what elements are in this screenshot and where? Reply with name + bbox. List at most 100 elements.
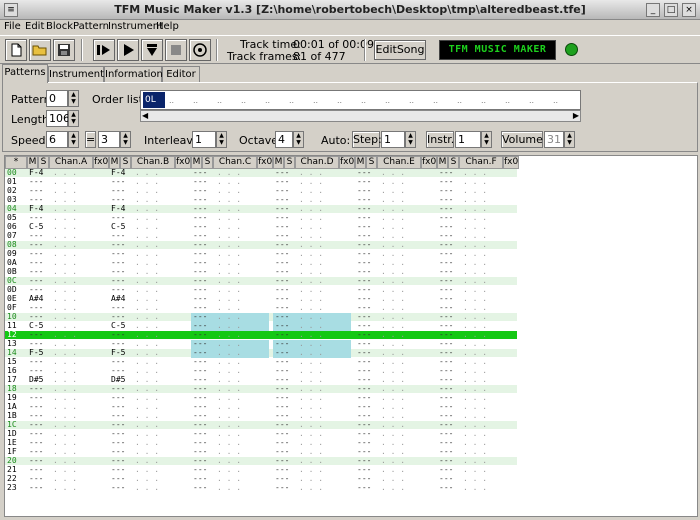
pattern-row[interactable]: 17 D#5. . . D#5. . . ---. . . ---. . . ---. .…	[5, 376, 517, 384]
note-cell[interactable]: ---	[439, 394, 461, 402]
effect-cell[interactable]: . . .	[299, 394, 351, 402]
effect-cell[interactable]: . . .	[463, 484, 515, 492]
note-cell[interactable]: ---	[357, 358, 379, 366]
effect-cell[interactable]: . . .	[463, 241, 515, 249]
note-cell[interactable]: ---	[439, 358, 461, 366]
effect-cell[interactable]: . . .	[463, 331, 515, 339]
effect-cell[interactable]: . . .	[299, 241, 351, 249]
effect-cell[interactable]: . . .	[463, 304, 515, 312]
note-cell[interactable]: ---	[275, 313, 297, 321]
note-cell[interactable]: ---	[439, 232, 461, 240]
note-cell[interactable]: ---	[439, 322, 461, 330]
effect-cell[interactable]: . . .	[217, 196, 269, 204]
note-cell[interactable]: ---	[29, 394, 51, 402]
effect-cell[interactable]: . . .	[299, 385, 351, 393]
note-cell[interactable]: ---	[439, 421, 461, 429]
solo-column-header[interactable]: S	[38, 156, 49, 169]
note-cell[interactable]: ---	[193, 376, 215, 384]
solo-column-header[interactable]: S	[448, 156, 459, 169]
note-cell[interactable]: ---	[275, 322, 297, 330]
note-cell[interactable]: ---	[439, 376, 461, 384]
note-cell[interactable]: ---	[193, 313, 215, 321]
effect-cell[interactable]: . . .	[135, 421, 187, 429]
effect-cell[interactable]: . . .	[463, 385, 515, 393]
effect-cell[interactable]: . . .	[463, 457, 515, 465]
note-cell[interactable]: ---	[111, 241, 133, 249]
note-cell[interactable]: ---	[357, 277, 379, 285]
note-cell[interactable]: ---	[357, 214, 379, 222]
note-cell[interactable]: ---	[275, 448, 297, 456]
save-file-button[interactable]	[53, 39, 75, 61]
effect-cell[interactable]: . . .	[217, 376, 269, 384]
effect-cell[interactable]: . . .	[299, 277, 351, 285]
note-cell[interactable]: ---	[111, 430, 133, 438]
effect-cell[interactable]: . . .	[463, 268, 515, 276]
effect-cell[interactable]: . . .	[217, 430, 269, 438]
effect-cell[interactable]: . . .	[135, 430, 187, 438]
note-cell[interactable]: F-4	[111, 169, 133, 177]
note-cell[interactable]: ---	[111, 286, 133, 294]
pattern-row[interactable]: 19 ---. . . ---. . . ---. . . ---. . . ---. .…	[5, 394, 517, 402]
note-cell[interactable]: ---	[275, 223, 297, 231]
effect-cell[interactable]: . . .	[135, 385, 187, 393]
note-cell[interactable]: ---	[357, 403, 379, 411]
note-cell[interactable]: ---	[193, 214, 215, 222]
note-cell[interactable]: ---	[111, 394, 133, 402]
note-cell[interactable]: ---	[275, 349, 297, 357]
spin-arrows-icon[interactable]: ▲ ▼	[68, 131, 79, 148]
order-slot[interactable]: ..	[313, 96, 318, 105]
note-cell[interactable]: ---	[111, 367, 133, 375]
effect-cell[interactable]: . . .	[299, 223, 351, 231]
mute-column-header[interactable]: M	[437, 156, 448, 169]
effect-cell[interactable]: . . .	[53, 286, 105, 294]
effect-cell[interactable]: . . .	[217, 358, 269, 366]
effect-cell[interactable]: . . .	[299, 304, 351, 312]
open-file-button[interactable]	[29, 39, 51, 61]
note-cell[interactable]: ---	[111, 385, 133, 393]
note-cell[interactable]: ---	[29, 412, 51, 420]
note-cell[interactable]: ---	[29, 232, 51, 240]
effect-cell[interactable]: . . .	[381, 385, 433, 393]
effect-cell[interactable]: . . .	[53, 331, 105, 339]
volume-button[interactable]: Volume:	[501, 131, 547, 148]
effect-cell[interactable]: . . .	[217, 367, 269, 375]
pattern-row[interactable]: 02 ---. . . ---. . . ---. . . ---. . . ---. .…	[5, 187, 517, 195]
channel-header[interactable]: Chan.C	[213, 156, 257, 169]
note-cell[interactable]: ---	[439, 295, 461, 303]
note-cell[interactable]: ---	[439, 385, 461, 393]
effect-cell[interactable]: . . .	[53, 439, 105, 447]
effect-cell[interactable]: . . .	[217, 232, 269, 240]
note-cell[interactable]: ---	[357, 187, 379, 195]
note-cell[interactable]: ---	[193, 322, 215, 330]
effect-cell[interactable]: . . .	[53, 250, 105, 258]
effect-cell[interactable]: . . .	[299, 367, 351, 375]
note-cell[interactable]: ---	[29, 313, 51, 321]
speed2-spinner[interactable]: 3 ▲ ▼	[98, 131, 131, 148]
spin-arrows-icon[interactable]: ▲ ▼	[216, 131, 227, 148]
note-cell[interactable]: ---	[111, 277, 133, 285]
pattern-row[interactable]: 04 F-4. . . F-4. . . ---. . . ---. . . ---. .…	[5, 205, 517, 213]
note-cell[interactable]: ---	[111, 313, 133, 321]
note-cell[interactable]: ---	[111, 268, 133, 276]
note-cell[interactable]: ---	[29, 358, 51, 366]
note-cell[interactable]: ---	[193, 277, 215, 285]
effect-cell[interactable]: . . .	[299, 169, 351, 177]
pattern-row[interactable]: 03 ---. . . ---. . . ---. . . ---. . . ---. .…	[5, 196, 517, 204]
effect-cell[interactable]: . . .	[299, 412, 351, 420]
stop-button[interactable]	[165, 39, 187, 61]
note-cell[interactable]: ---	[275, 178, 297, 186]
note-cell[interactable]: ---	[357, 268, 379, 276]
pattern-row[interactable]: 0E A#4. . . A#4. . . ---. . . ---. . . ---. .…	[5, 295, 517, 303]
note-cell[interactable]: ---	[193, 259, 215, 267]
note-cell[interactable]: ---	[29, 439, 51, 447]
effect-cell[interactable]: . . .	[135, 178, 187, 186]
note-cell[interactable]: ---	[111, 439, 133, 447]
note-cell[interactable]: A#4	[29, 295, 51, 303]
note-cell[interactable]: ---	[357, 313, 379, 321]
effect-cell[interactable]: . . .	[299, 340, 351, 348]
effect-cell[interactable]: . . .	[381, 214, 433, 222]
note-cell[interactable]: ---	[193, 367, 215, 375]
note-cell[interactable]: ---	[275, 466, 297, 474]
spin-arrows-icon[interactable]: ▲ ▼	[293, 131, 304, 148]
effect-cell[interactable]: . . .	[299, 322, 351, 330]
